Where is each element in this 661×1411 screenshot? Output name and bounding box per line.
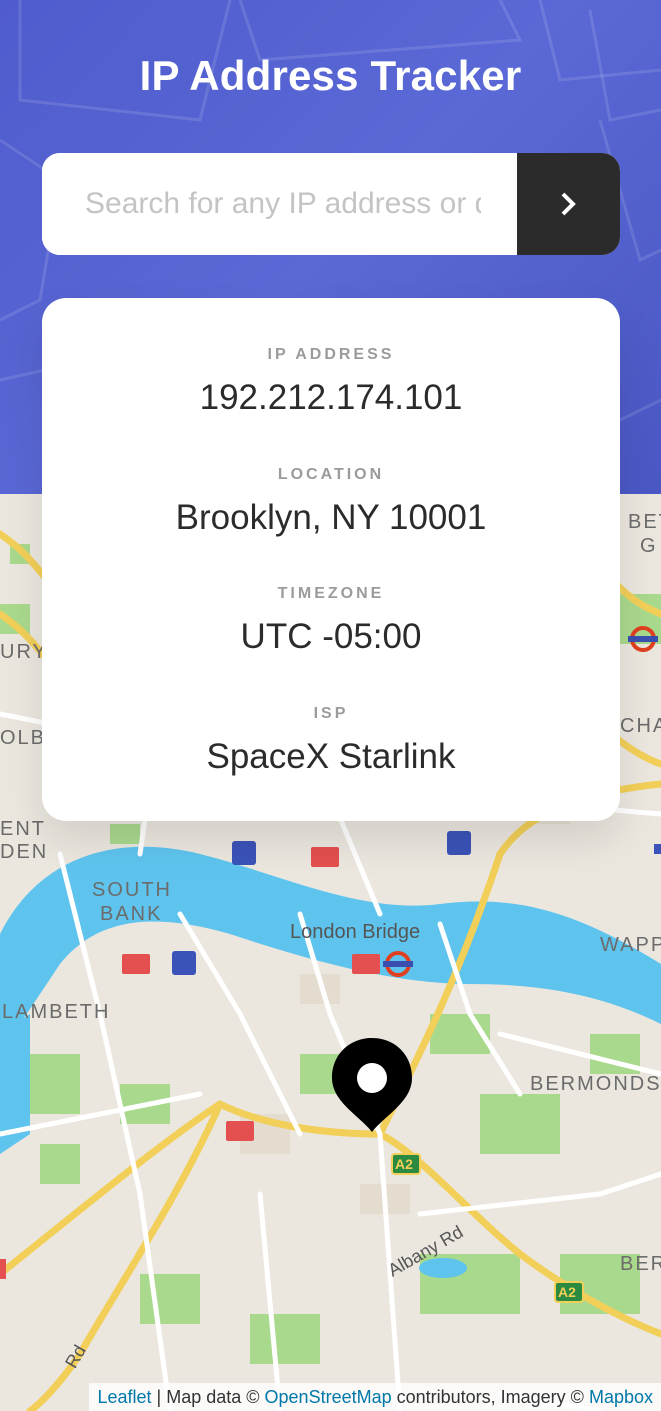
ip-field: IP ADDRESS 192.212.174.101 (42, 346, 620, 418)
search-submit-button[interactable] (517, 153, 620, 255)
page-title: IP Address Tracker (139, 52, 522, 99)
map-label-lambeth: LAMBETH (2, 1001, 111, 1023)
info-card: IP ADDRESS 192.212.174.101 LOCATION Broo… (42, 298, 620, 821)
location-field: LOCATION Brooklyn, NY 10001 (42, 466, 620, 538)
map-label-london-bridge: London Bridge (290, 921, 421, 943)
isp-label: ISP (313, 705, 349, 722)
map-attribution: Leaflet | Map data © OpenStreetMap contr… (89, 1383, 661, 1411)
isp-value: SpaceX Starlink (206, 737, 456, 776)
leaflet-link[interactable]: Leaflet (97, 1387, 151, 1407)
map-label-south: SOUTH (92, 879, 172, 901)
map-label-bank: BANK (100, 903, 163, 925)
timezone-value: UTC -05:00 (240, 617, 422, 656)
attribution-text-2: contributors, Imagery © (391, 1387, 589, 1407)
road-shield-a2-south: A2 (558, 1284, 576, 1300)
map-label-bermondsey: BERMONDSE (530, 1073, 661, 1095)
location-label: LOCATION (277, 466, 385, 483)
timezone-field: TIMEZONE UTC -05:00 (42, 585, 620, 657)
openstreetmap-link[interactable]: OpenStreetMap (265, 1387, 392, 1407)
map-label-den: DEN (0, 841, 49, 863)
chevron-right-icon (561, 192, 576, 216)
road-shield-a2: A2 (395, 1156, 413, 1172)
map-label-bury: URY (0, 641, 48, 663)
search-input[interactable] (42, 153, 517, 255)
search-bar (42, 153, 620, 255)
location-value: Brooklyn, NY 10001 (175, 498, 487, 537)
isp-field: ISP SpaceX Starlink (42, 705, 620, 777)
map-label-ber: BER (620, 1253, 661, 1275)
attribution-text: | Map data © (151, 1387, 265, 1407)
map-label-bet: BET (628, 511, 661, 533)
map-label-wapping: WAPP (600, 934, 661, 956)
map-label-cha: CHA (620, 715, 661, 737)
mapbox-link[interactable]: Mapbox (589, 1387, 653, 1407)
ip-label: IP ADDRESS (267, 346, 395, 363)
ip-value: 192.212.174.101 (199, 378, 463, 417)
timezone-label: TIMEZONE (277, 585, 385, 602)
map-label-g: G (640, 535, 658, 557)
map-label-ent: ENT (0, 818, 46, 840)
